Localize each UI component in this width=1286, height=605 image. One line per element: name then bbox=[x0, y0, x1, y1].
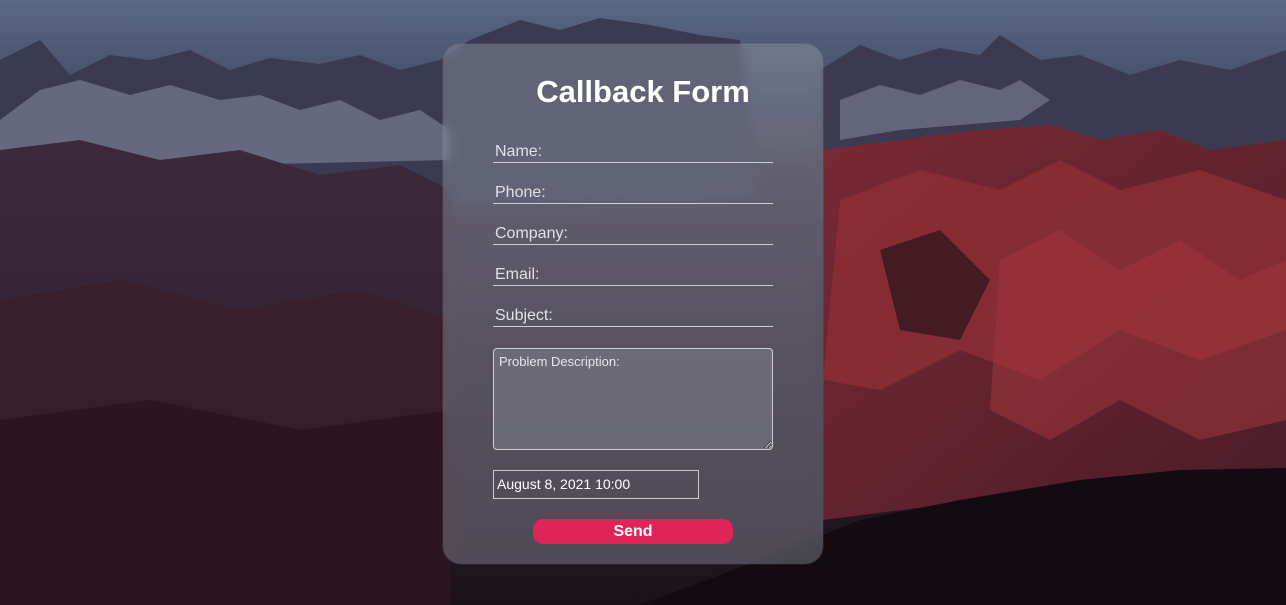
form-title: Callback Form bbox=[536, 74, 750, 109]
phone-input[interactable] bbox=[493, 182, 773, 204]
datetime-input[interactable]: August 8, 2021 10:00 bbox=[493, 470, 699, 499]
subject-input[interactable] bbox=[493, 305, 773, 327]
problem-description-textarea[interactable] bbox=[493, 348, 773, 450]
email-input[interactable] bbox=[493, 264, 773, 286]
company-input[interactable] bbox=[493, 223, 773, 245]
datetime-value: August 8, 2021 10:00 bbox=[497, 476, 631, 492]
send-button[interactable]: Send bbox=[533, 519, 733, 544]
name-input[interactable] bbox=[493, 141, 773, 163]
